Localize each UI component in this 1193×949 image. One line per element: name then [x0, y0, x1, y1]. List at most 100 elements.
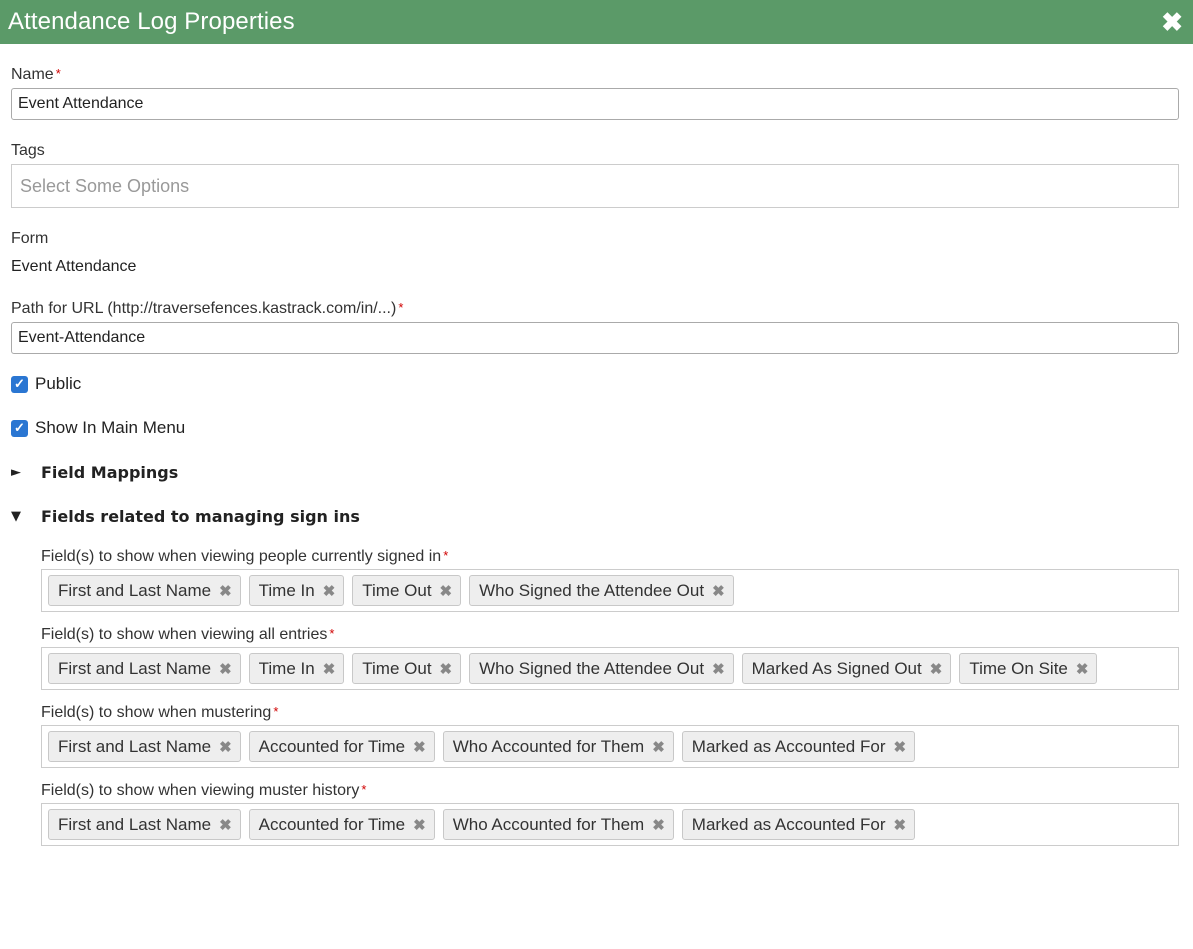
- path-label: Path for URL (http://traversefences.kast…: [11, 300, 397, 317]
- field-mappings-label: Field Mappings: [41, 463, 179, 482]
- selected-chip: Who Signed the Attendee Out ✖: [469, 653, 734, 684]
- selected-chip: Marked as Accounted For ✖: [681, 731, 916, 762]
- sign-ins-section: Field(s) to show when viewing people cur…: [11, 548, 1179, 846]
- selected-chip: Time Out ✖: [352, 575, 462, 606]
- public-label: Public: [35, 374, 82, 393]
- remove-chip-icon[interactable]: ✖: [712, 660, 725, 678]
- name-label: Name: [11, 66, 54, 83]
- selected-chip: Accounted for Time ✖: [248, 731, 435, 762]
- chip-label: Who Signed the Attendee Out: [479, 580, 705, 600]
- muster-history-select[interactable]: First and Last Name ✖ Accounted for Time ✖ W…: [41, 803, 1179, 846]
- selected-chip: Time In ✖: [248, 575, 345, 606]
- close-icon[interactable]: ✖: [1161, 9, 1183, 35]
- selected-chip: First and Last Name ✖: [48, 809, 241, 840]
- path-field-group: Path for URL (http://traversefences.kast…: [11, 300, 1179, 318]
- selected-chip: First and Last Name ✖: [48, 575, 241, 606]
- remove-chip-icon[interactable]: ✖: [440, 582, 453, 600]
- selected-chip: Who Accounted for Them ✖: [442, 809, 674, 840]
- name-input[interactable]: [11, 88, 1179, 120]
- all-entries-select[interactable]: First and Last Name ✖ Time In ✖ Time Out ✖ Who…: [41, 647, 1179, 690]
- collapsed-arrow-icon: ►: [11, 465, 21, 480]
- chip-label: First and Last Name: [58, 736, 212, 756]
- chip-label: Who Accounted for Them: [452, 814, 645, 834]
- sign-ins-label: Fields related to managing sign ins: [41, 507, 360, 526]
- tags-label: Tags: [11, 142, 45, 159]
- public-checkbox-row[interactable]: ✓ Public: [11, 374, 1179, 394]
- chip-label: Who Signed the Attendee Out: [479, 658, 705, 678]
- remove-chip-icon[interactable]: ✖: [1076, 660, 1089, 678]
- selected-chip: Marked As Signed Out ✖: [741, 653, 952, 684]
- remove-chip-icon[interactable]: ✖: [440, 660, 453, 678]
- selected-chip: First and Last Name ✖: [48, 731, 241, 762]
- chip-label: Marked as Accounted For: [691, 814, 886, 834]
- chip-label: Who Accounted for Them: [452, 736, 645, 756]
- selected-chip: Accounted for Time ✖: [248, 809, 435, 840]
- remove-chip-icon[interactable]: ✖: [219, 582, 232, 600]
- public-checkbox[interactable]: ✓: [11, 375, 28, 393]
- show-in-menu-checkbox-row[interactable]: ✓ Show In Main Menu: [11, 418, 1179, 438]
- chip-label: Time In: [258, 658, 315, 678]
- form-value: Event Attendance: [11, 258, 137, 275]
- chip-label: Time Out: [362, 658, 432, 678]
- remove-chip-icon[interactable]: ✖: [219, 660, 232, 678]
- required-mark: *: [443, 548, 449, 563]
- chip-label: First and Last Name: [58, 580, 212, 600]
- remove-chip-icon[interactable]: ✖: [413, 816, 426, 834]
- selected-chip: Who Accounted for Them ✖: [442, 731, 674, 762]
- remove-chip-icon[interactable]: ✖: [413, 738, 426, 756]
- muster-history-label: Field(s) to show when viewing muster his…: [41, 782, 360, 799]
- tags-placeholder: Select Some Options: [20, 175, 190, 196]
- dialog-titlebar: Attendance Log Properties ✖: [0, 0, 1193, 44]
- muster-history-group: Field(s) to show when viewing muster his…: [41, 782, 1179, 800]
- expanded-arrow-icon: ▼: [11, 509, 21, 524]
- currently-signed-in-select[interactable]: First and Last Name ✖ Time In ✖ Time Out ✖ Who…: [41, 569, 1179, 612]
- dialog-title: Attendance Log Properties: [8, 8, 295, 35]
- chip-label: Time In: [258, 580, 315, 600]
- remove-chip-icon[interactable]: ✖: [894, 816, 907, 834]
- remove-chip-icon[interactable]: ✖: [652, 738, 665, 756]
- remove-chip-icon[interactable]: ✖: [712, 582, 725, 600]
- chip-label: Marked as Accounted For: [691, 736, 886, 756]
- tags-select[interactable]: Select Some Options: [11, 164, 1179, 208]
- selected-chip: Marked as Accounted For ✖: [681, 809, 916, 840]
- chip-label: Time On Site: [969, 658, 1068, 678]
- tags-field-group: Tags: [11, 142, 1179, 160]
- selected-chip: First and Last Name ✖: [48, 653, 241, 684]
- remove-chip-icon[interactable]: ✖: [323, 660, 336, 678]
- selected-chip: Time In ✖: [248, 653, 345, 684]
- chip-label: Accounted for Time: [258, 814, 406, 834]
- currently-signed-in-group: Field(s) to show when viewing people cur…: [41, 548, 1179, 566]
- chip-label: Marked As Signed Out: [751, 658, 922, 678]
- field-mappings-toggle[interactable]: ► Field Mappings: [11, 463, 1179, 482]
- name-field-group: Name *: [11, 66, 1179, 84]
- show-in-menu-checkbox[interactable]: ✓: [11, 419, 28, 437]
- required-mark: *: [329, 626, 335, 641]
- required-mark: *: [398, 300, 404, 315]
- sign-ins-toggle[interactable]: ▼ Fields related to managing sign ins: [11, 507, 1179, 526]
- remove-chip-icon[interactable]: ✖: [652, 816, 665, 834]
- all-entries-label: Field(s) to show when viewing all entrie…: [41, 626, 328, 643]
- selected-chip: Time Out ✖: [352, 653, 462, 684]
- remove-chip-icon[interactable]: ✖: [894, 738, 907, 756]
- all-entries-group: Field(s) to show when viewing all entrie…: [41, 626, 1179, 644]
- required-mark: *: [361, 782, 367, 797]
- selected-chip: Time On Site ✖: [959, 653, 1098, 684]
- remove-chip-icon[interactable]: ✖: [219, 738, 232, 756]
- mustering-select[interactable]: First and Last Name ✖ Accounted for Time ✖ W…: [41, 725, 1179, 768]
- chip-label: Time Out: [362, 580, 432, 600]
- chip-label: Accounted for Time: [258, 736, 406, 756]
- remove-chip-icon[interactable]: ✖: [219, 816, 232, 834]
- selected-chip: Who Signed the Attendee Out ✖: [469, 575, 734, 606]
- remove-chip-icon[interactable]: ✖: [930, 660, 943, 678]
- chip-label: First and Last Name: [58, 658, 212, 678]
- properties-form: Name* Tags Select Some Options Form Even…: [0, 66, 1193, 846]
- required-mark: *: [273, 704, 279, 719]
- form-label: Form: [11, 230, 49, 247]
- path-input[interactable]: [11, 322, 1179, 354]
- show-in-menu-label: Show In Main Menu: [35, 418, 186, 437]
- mustering-label: Field(s) to show when mustering: [41, 704, 272, 721]
- required-mark: *: [55, 66, 61, 81]
- remove-chip-icon[interactable]: ✖: [323, 582, 336, 600]
- mustering-group: Field(s) to show when mustering *: [41, 704, 1179, 722]
- chip-label: First and Last Name: [58, 814, 212, 834]
